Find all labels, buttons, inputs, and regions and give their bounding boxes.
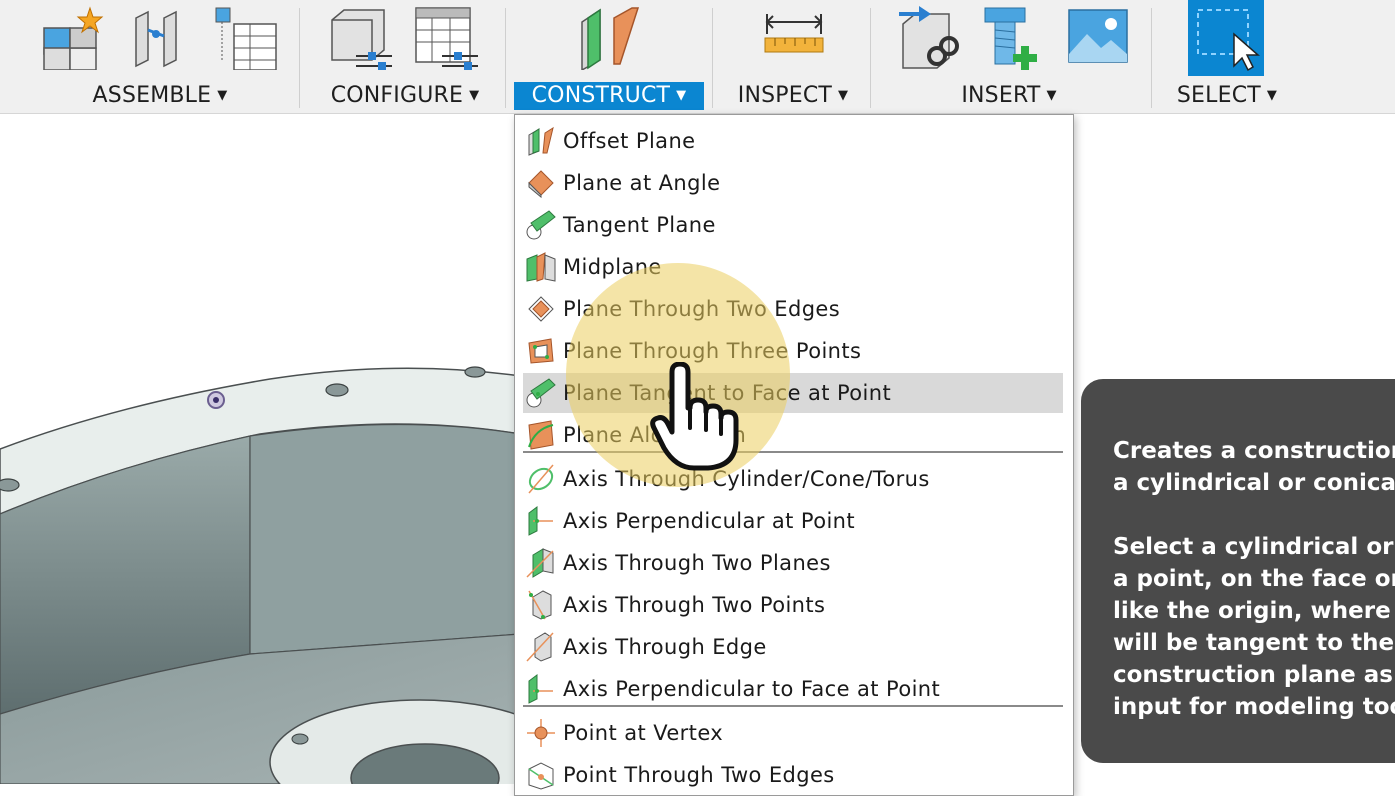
menu-item-axis-two-planes[interactable]: Axis Through Two Planes	[523, 543, 1063, 583]
menu-item-label: Axis Perpendicular at Point	[563, 509, 856, 533]
tooltip-text: construction plane as	[1113, 662, 1393, 688]
tooltip: Creates a construction a cylindrical or …	[1081, 379, 1395, 763]
construct-menu-button[interactable]: CONSTRUCT ▼	[514, 82, 704, 110]
menu-item-axis-perpendicular-face[interactable]: Axis Perpendicular to Face at Point	[523, 669, 1063, 709]
insert-group: INSERT ▼	[871, 0, 1151, 113]
configure-part-icon[interactable]	[326, 4, 392, 70]
tooltip-text: Creates a construction	[1113, 438, 1395, 464]
inspect-menu-button[interactable]: INSPECT ▼	[713, 82, 873, 110]
point-two-edges-icon	[528, 762, 554, 790]
menu-item-axis-cylinder[interactable]: Axis Through Cylinder/Cone/Torus	[523, 459, 1063, 499]
inspect-label: INSPECT	[737, 83, 833, 108]
select-label: SELECT	[1176, 83, 1261, 108]
menu-item-offset-plane[interactable]: Offset Plane	[523, 121, 1063, 161]
menu-item-axis-two-points[interactable]: Axis Through Two Points	[523, 585, 1063, 625]
select-group: SELECT ▼	[1152, 0, 1395, 113]
menu-item-label: Axis Through Two Planes	[563, 551, 831, 575]
configure-menu-button[interactable]: CONFIGURE ▼	[310, 82, 500, 110]
insert-derive-icon[interactable]	[897, 4, 963, 70]
chevron-down-icon: ▼	[469, 88, 480, 103]
tooltip-text: like the origin, where t	[1113, 598, 1395, 624]
assemble-label: ASSEMBLE	[92, 83, 212, 108]
insert-menu-button[interactable]: INSERT ▼	[909, 82, 1109, 110]
menu-item-axis-perpendicular-point[interactable]: Axis Perpendicular at Point	[523, 501, 1063, 541]
menu-item-label: Point Through Two Edges	[563, 763, 835, 787]
inspect-group: INSPECT ▼	[713, 0, 870, 113]
construct-plane-icon[interactable]	[578, 4, 644, 70]
insert-label: INSERT	[961, 83, 1041, 108]
menu-item-label: Axis Through Two Points	[563, 593, 826, 617]
chevron-down-icon: ▼	[1046, 88, 1057, 103]
menu-item-tangent-plane[interactable]: Tangent Plane	[523, 205, 1063, 245]
toolbar: ASSEMBLE ▼ CONFIGURE ▼ CONSTRUCT ▼ INSPE…	[0, 0, 1395, 114]
chevron-down-icon: ▼	[217, 88, 228, 103]
menu-item-axis-edge[interactable]: Axis Through Edge	[523, 627, 1063, 667]
chevron-down-icon: ▼	[676, 88, 687, 103]
menu-item-point-two-edges[interactable]: Point Through Two Edges	[523, 755, 1063, 795]
plane-along-path-icon	[528, 420, 554, 450]
point-vertex-icon	[527, 719, 555, 747]
plane-three-points-icon	[528, 338, 554, 364]
select-icon[interactable]	[1188, 0, 1264, 76]
tooltip-text: input for modeling too	[1113, 694, 1395, 720]
construct-dropdown-menu: Offset Plane Plane at Angle Tangent Plane M…	[514, 114, 1074, 796]
insert-canvas-icon[interactable]	[1067, 4, 1133, 70]
chevron-down-icon: ▼	[838, 88, 849, 103]
axis-edge-icon	[526, 632, 554, 662]
offset-plane-icon	[528, 126, 554, 156]
axis-two-points-icon	[528, 590, 552, 620]
joint-icon[interactable]	[128, 4, 194, 70]
configure-group: CONFIGURE ▼	[300, 0, 505, 113]
measure-icon[interactable]	[761, 4, 827, 70]
bill-of-materials-icon[interactable]	[212, 4, 278, 70]
menu-item-label: Axis Through Edge	[563, 635, 767, 659]
configure-label: CONFIGURE	[330, 83, 464, 108]
hand-cursor-icon	[650, 362, 739, 471]
configuration-table-icon[interactable]	[412, 4, 478, 70]
axis-perpendicular-point-icon	[528, 506, 553, 536]
construct-label: CONSTRUCT	[531, 83, 671, 108]
menu-item-midplane[interactable]: Midplane	[523, 247, 1063, 287]
midplane-icon	[526, 252, 556, 282]
insert-mcmaster-icon[interactable]	[981, 4, 1047, 70]
new-component-icon[interactable]	[40, 4, 106, 70]
assemble-group: ASSEMBLE ▼	[0, 0, 300, 113]
axis-perpendicular-face-icon	[528, 674, 553, 704]
menu-item-label: Plane at Angle	[563, 171, 721, 195]
axis-cylinder-icon	[528, 464, 554, 494]
menu-item-label: Tangent Plane	[563, 213, 716, 237]
tooltip-text: a cylindrical or conical	[1113, 470, 1395, 496]
menu-separator	[523, 705, 1063, 707]
menu-item-plane-at-angle[interactable]: Plane at Angle	[523, 163, 1063, 203]
menu-item-point-vertex[interactable]: Point at Vertex	[523, 713, 1063, 753]
axis-two-planes-icon	[526, 548, 554, 578]
chevron-down-icon: ▼	[1266, 88, 1278, 103]
plane-tangent-face-point-icon	[526, 378, 556, 408]
plane-two-edges-icon	[528, 296, 554, 322]
plane-at-angle-icon	[528, 170, 554, 199]
construct-group: CONSTRUCT ▼	[506, 0, 712, 113]
assemble-menu-button[interactable]: ASSEMBLE ▼	[60, 82, 260, 110]
tooltip-text: will be tangent to the f	[1113, 630, 1395, 656]
menu-item-label: Offset Plane	[563, 129, 696, 153]
tangent-plane-icon	[526, 210, 556, 240]
tooltip-text: Select a cylindrical or c	[1113, 534, 1395, 560]
tooltip-text: a point, on the face or	[1113, 566, 1395, 592]
menu-item-label: Axis Perpendicular to Face at Point	[563, 677, 941, 701]
menu-item-label: Point at Vertex	[563, 721, 724, 745]
select-menu-button[interactable]: SELECT ▼	[1152, 82, 1302, 110]
